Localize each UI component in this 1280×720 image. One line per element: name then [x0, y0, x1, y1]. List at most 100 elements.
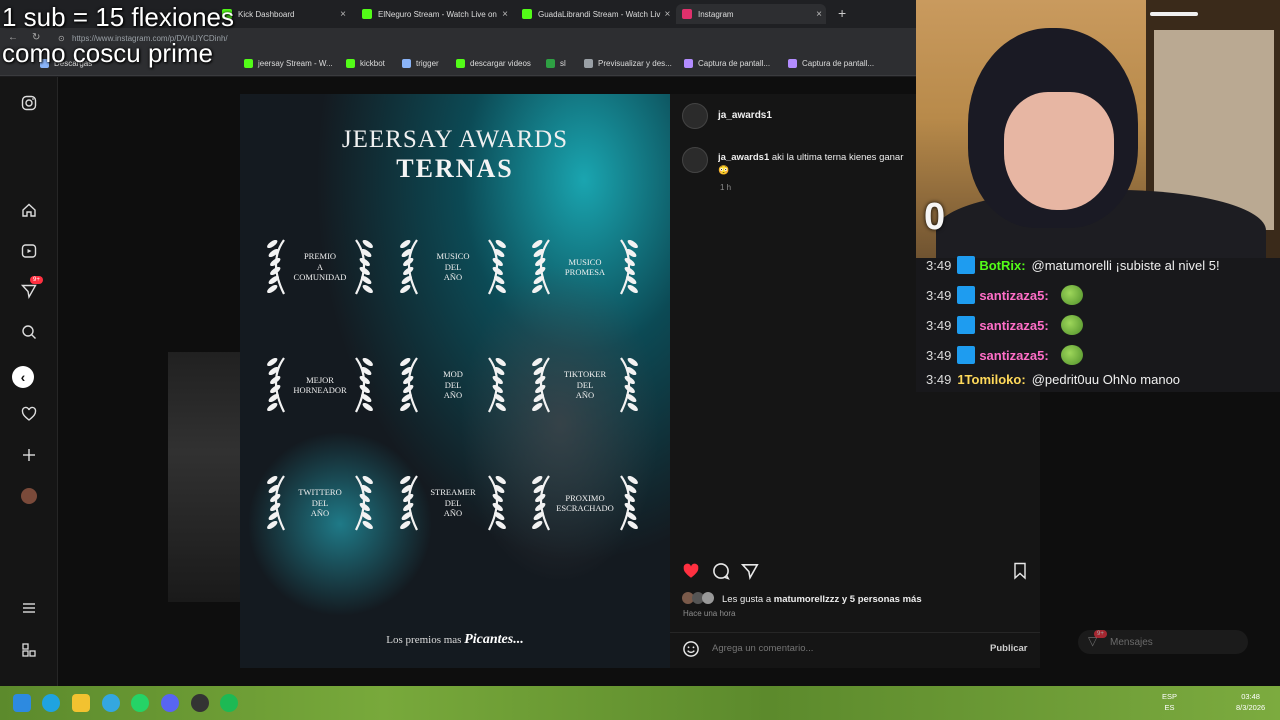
search-icon[interactable]: [20, 323, 38, 341]
tab-favicon-icon: [682, 9, 692, 19]
browser-icon[interactable]: [102, 694, 120, 712]
award-category-label: MEJOR HORNEADOR: [284, 375, 356, 396]
file-explorer-icon[interactable]: [72, 694, 90, 712]
award-category-line: AÑO: [443, 272, 463, 283]
direct-icon[interactable]: 9+: [20, 276, 43, 300]
create-icon[interactable]: [20, 446, 38, 464]
chat-line: 3:49 BotRix: @matumorelli ¡subiste al nive…: [926, 256, 1220, 274]
bookmark-item[interactable]: sl: [546, 59, 566, 68]
publish-button[interactable]: Publicar: [990, 643, 1028, 654]
poster-subtitle: TERNAS: [396, 154, 514, 183]
comment-icon[interactable]: [712, 562, 730, 584]
caption-avatar[interactable]: [682, 147, 708, 173]
menu-icon[interactable]: [20, 599, 38, 617]
emoji-icon[interactable]: [682, 640, 700, 663]
chat-username[interactable]: santizaza5:: [979, 288, 1048, 303]
poster-title: JEERSAY AWARDS: [341, 126, 569, 153]
notification-badge: 9+: [30, 276, 43, 284]
reels-icon[interactable]: [20, 242, 38, 260]
tab-favicon-icon: [522, 9, 532, 19]
bookmark-item[interactable]: Captura de pantall...: [788, 59, 874, 68]
post-time: Hace una hora: [683, 609, 736, 618]
system-clock[interactable]: 03:48 8/3/2026: [1236, 691, 1265, 713]
discord-icon[interactable]: [161, 694, 179, 712]
bookmark-item[interactable]: trigger: [402, 59, 439, 68]
bookmark-label: trigger: [416, 59, 439, 68]
tab-close-icon[interactable]: ×: [812, 9, 826, 20]
chat-username[interactable]: santizaza5:: [979, 318, 1048, 333]
award-category-label: PROXIMO ESCRACHADO: [549, 493, 621, 514]
award-category-line: PROXIMO: [565, 492, 605, 503]
poster-footer-small: Los premios mas: [386, 634, 462, 646]
bookmark-item[interactable]: Captura de pantall...: [684, 59, 770, 68]
edge-icon[interactable]: [42, 694, 60, 712]
chat-username[interactable]: 1Tomiloko:: [957, 372, 1025, 387]
award-laurel: MUSICO PROMESA: [527, 232, 643, 302]
new-tab-icon[interactable]: +: [838, 5, 846, 21]
bookmark-icon: [788, 59, 797, 68]
emote-icon: [1060, 285, 1083, 305]
caption-time: 1 h: [720, 183, 732, 192]
clock-date: 8/3/2026: [1236, 703, 1266, 712]
obs-icon[interactable]: [191, 694, 209, 712]
bookmark-item[interactable]: Previsualizar y des...: [584, 59, 672, 68]
share-icon[interactable]: [740, 562, 759, 584]
apps-icon[interactable]: [20, 641, 38, 659]
home-icon[interactable]: [20, 201, 38, 219]
messages-button[interactable]: ▽ 9+ Mensajes: [1078, 630, 1248, 654]
save-icon[interactable]: [1012, 562, 1028, 584]
instagram-icon[interactable]: [20, 94, 38, 112]
tab-close-icon[interactable]: ×: [498, 9, 512, 20]
award-laurel: TIKTOKER DEL AÑO: [527, 350, 643, 420]
likes-rest[interactable]: y 5 personas más: [842, 594, 922, 605]
browser-tab[interactable]: ElNeguro Stream - Watch Live on ×: [362, 4, 512, 24]
likes-summary[interactable]: Les gusta a matumorellzzz y 5 personas m…: [722, 594, 922, 605]
profile-avatar[interactable]: [20, 487, 38, 505]
webcam-person-face: [1004, 92, 1114, 210]
caption-emoji: 😳: [718, 165, 730, 175]
clock-time: 03:48: [1241, 692, 1260, 701]
browser-tab[interactable]: Instagram ×: [676, 4, 826, 24]
likers-avatars[interactable]: [682, 592, 718, 606]
previous-post-preview[interactable]: [168, 352, 248, 602]
author-avatar[interactable]: [682, 103, 708, 129]
bookmark-label: kickbot: [360, 59, 385, 68]
caption-username[interactable]: ja_awards1: [718, 152, 769, 163]
whatsapp-icon[interactable]: [131, 694, 149, 712]
bookmark-item[interactable]: kickbot: [346, 59, 385, 68]
bookmark-icon: [244, 59, 253, 68]
tab-close-icon[interactable]: ×: [336, 9, 350, 20]
award-category-line: PROMESA: [564, 267, 606, 277]
tab-label: Instagram: [698, 9, 734, 19]
browser-tab[interactable]: GuadaLibrandi Stream - Watch Liv ×: [522, 4, 672, 24]
award-category-line: DEL: [576, 379, 594, 390]
award-laurel: PREMIO A COMUNIDAD: [262, 232, 378, 302]
award-category-line: TIKTOKER: [563, 369, 607, 380]
author-username[interactable]: ja_awards1: [718, 110, 772, 121]
chat-time: 3:49: [926, 317, 952, 333]
tab-close-icon[interactable]: ×: [660, 9, 672, 20]
chat-username[interactable]: BotRix:: [979, 258, 1025, 273]
award-category-line: DEL: [311, 497, 329, 508]
heart-icon[interactable]: [20, 405, 38, 423]
award-laurel: TWITTERO DEL AÑO: [262, 468, 378, 538]
post-image[interactable]: JEERSAY AWARDS TERNAS PREMIO A COMUNIDAD MU…: [240, 94, 670, 668]
poster-footer-big: Picantes...: [464, 632, 524, 647]
previous-post-button[interactable]: ‹: [12, 366, 34, 388]
start-icon[interactable]: [13, 694, 31, 712]
bookmark-item[interactable]: descargar videos: [456, 59, 531, 68]
language-indicator[interactable]: ESP ES: [1162, 691, 1177, 713]
likes-user[interactable]: matumorellzzz: [774, 594, 839, 605]
award-category-line: DEL: [444, 379, 462, 390]
browser-tab[interactable]: Kick Dashboard ×: [222, 4, 350, 24]
bookmark-icon: [546, 59, 555, 68]
comment-input[interactable]: [712, 643, 972, 654]
award-category-line: TWITTERO: [298, 487, 342, 498]
like-icon[interactable]: [682, 562, 700, 584]
poster-footer: Los premios mas Picantes...: [240, 632, 670, 648]
award-category-line: HORNEADOR: [293, 385, 347, 395]
bookmark-item[interactable]: jeersay Stream - W...: [244, 59, 333, 68]
award-category-line: AÑO: [443, 508, 463, 519]
spotify-icon[interactable]: [220, 694, 238, 712]
chat-username[interactable]: santizaza5:: [979, 348, 1048, 363]
